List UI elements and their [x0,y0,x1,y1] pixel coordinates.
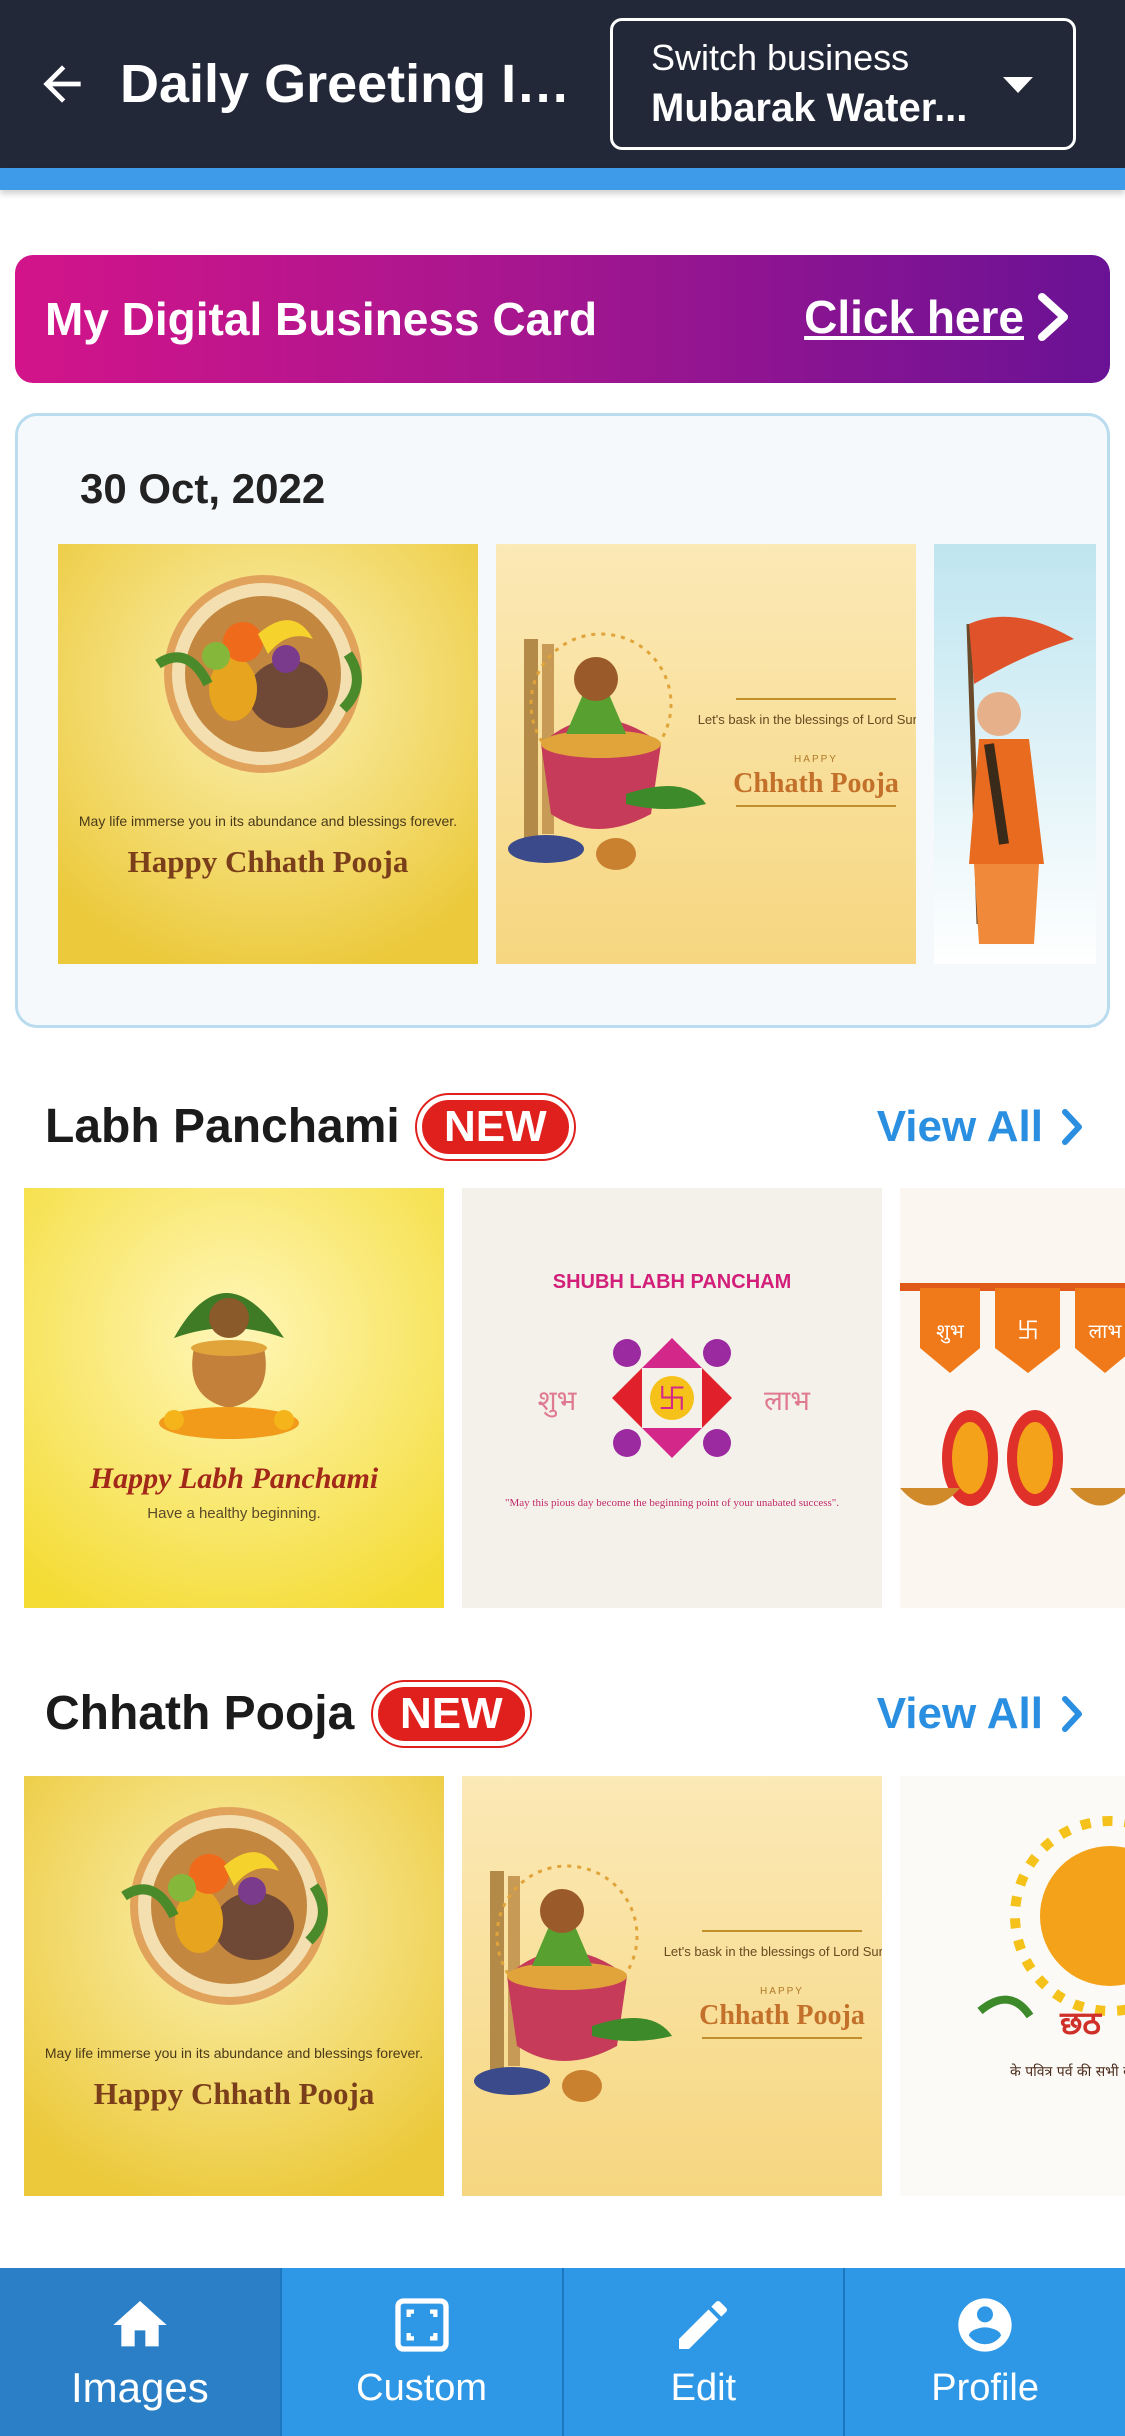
image-caption-small: Let's bask in the blessings of Lord Sury… [698,712,916,727]
image-caption-big: Chhath Pooja [733,768,899,799]
chevron-right-icon [1038,293,1068,341]
image-word: शुभ [936,1319,965,1344]
caret-down-icon [1003,77,1033,93]
image-word-left: शुभ [538,1384,578,1418]
switch-business-dropdown[interactable]: Switch business Mubarak Water... [610,18,1076,150]
section-header-labh-panchami: Labh Panchami NEW View All [45,1085,1085,1165]
greeting-image-labh-3[interactable]: शुभ 卐 लाभ [900,1188,1125,1608]
date-greetings-card: 30 Oct, 2022 May life immerse you in its… [15,413,1110,1028]
nav-tab-edit[interactable]: Edit [564,2268,846,2436]
greeting-image-chhath-4[interactable]: Let's bask in the blessings of Lord Sury… [462,1776,882,2196]
nav-tab-custom[interactable]: Custom [282,2268,564,2436]
greeting-image-chhath-3[interactable]: May life immerse you in its abundance an… [24,1776,444,2196]
switch-business-label: Switch business [651,37,910,78]
greeting-image-chhath-1[interactable]: May life immerse you in its abundance an… [58,544,478,964]
image-caption-big: Happy Chhath Pooja [94,2076,375,2111]
greeting-image-labh-1[interactable]: Happy Labh Panchami Have a healthy begin… [24,1188,444,1608]
image-caption-big: छठ [1059,2004,1102,2042]
click-here-link[interactable]: Click here [804,285,1070,349]
view-all-label: View All [876,1689,1043,1738]
date-images-row[interactable]: May life immerse you in its abundance an… [58,544,1096,964]
banner-title: My Digital Business Card [45,293,598,345]
svg-text:卐: 卐 [658,1382,686,1415]
chevron-right-icon [1062,1109,1082,1145]
nav-label: Edit [670,2367,737,2409]
selected-business: Mubarak Water... [651,86,968,130]
image-caption-big: Happy Labh Panchami [89,1462,379,1495]
nav-label: Custom [356,2367,488,2409]
image-caption-small: Have a healthy beginning. [147,1505,320,1522]
profile-icon [958,2298,1012,2352]
app-bar: Daily Greeting Ima... Switch business Mu… [0,0,1125,168]
image-word: लाभ [1089,1319,1123,1343]
section-title: Labh Panchami [45,1100,400,1153]
new-badge: NEW [417,1095,574,1159]
pencil-icon [679,2300,728,2349]
app-bar-accent-strip [0,168,1125,190]
date-heading: 30 Oct, 2022 [80,465,326,512]
view-all-link[interactable]: View All [877,1097,1085,1157]
bottom-navigation: Images Custom Edit Profile [0,2268,1125,2436]
custom-frame-icon [394,2298,449,2352]
click-here-label: Click here [804,291,1024,343]
section-header-chhath-pooja: Chhath Pooja NEW View All [45,1672,1085,1752]
greeting-image-chhath-2[interactable]: Let's bask in the blessings of Lord Sury… [496,544,916,964]
greeting-image-chhath-5[interactable]: छठ के पवित्र पर्व की सभी को हार्दिक [900,1776,1125,2196]
chhath-pooja-images-row[interactable]: May life immerse you in its abundance an… [24,1776,1125,2196]
image-caption-small: Let's bask in the blessings of Lord Sury… [664,1944,882,1959]
digital-business-card-banner[interactable]: My Digital Business Card Click here [15,255,1110,383]
image-caption-small: के पवित्र पर्व की सभी को हार्दिक [1010,2063,1125,2080]
image-caption-big: Chhath Pooja [699,2000,865,2031]
nav-tab-images[interactable]: Images [0,2268,282,2436]
image-caption-small: "May this pious day become the beginning… [505,1497,839,1509]
image-caption-mid: HAPPY [760,1986,804,1997]
nav-tab-profile[interactable]: Profile [845,2268,1125,2436]
back-button[interactable] [22,40,102,128]
page-title: Daily Greeting Ima... [120,54,610,114]
chevron-right-icon [1062,1696,1082,1732]
image-word: 卐 [1017,1319,1039,1344]
image-caption-mid: HAPPY [794,754,838,765]
home-icon [113,2301,167,2347]
nav-label: Images [71,2364,209,2411]
image-caption-top: SHUBH LABH PANCHAM [553,1271,792,1293]
view-all-label: View All [876,1102,1043,1151]
section-title: Chhath Pooja [45,1687,355,1740]
nav-label: Profile [931,2367,1039,2409]
image-caption-small: May life immerse you in its abundance an… [79,813,457,829]
image-caption-small: May life immerse you in its abundance an… [45,2045,423,2061]
image-word-right: लाभ [764,1384,811,1417]
image-caption-big: Happy Chhath Pooja [128,844,409,879]
greeting-image-saint[interactable] [934,544,1096,964]
back-arrow-icon [43,65,81,103]
labh-panchami-images-row[interactable]: Happy Labh Panchami Have a healthy begin… [24,1188,1125,1608]
screen: Daily Greeting Ima... Switch business Mu… [0,0,1125,2436]
greeting-image-labh-2[interactable]: SHUBH LABH PANCHAM 卐 शुभ लाभ "May this p… [462,1188,882,1608]
new-badge: NEW [373,1682,530,1746]
view-all-link[interactable]: View All [877,1684,1085,1744]
